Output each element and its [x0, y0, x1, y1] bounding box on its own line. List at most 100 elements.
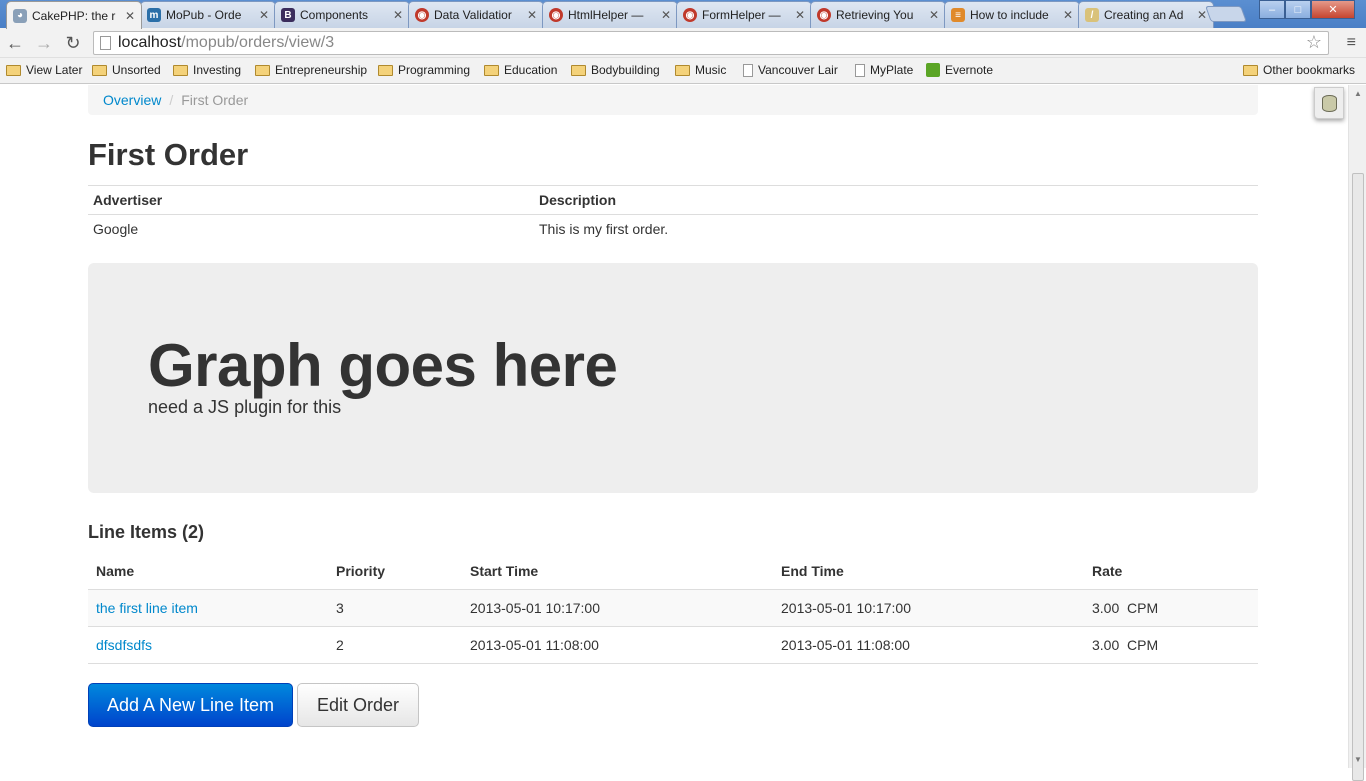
add-line-item-button[interactable]: Add A New Line Item	[88, 683, 293, 727]
line-item-priority: 3	[328, 589, 462, 627]
bookmark-vancouver-lair[interactable]: Vancouver Lair	[743, 63, 838, 77]
table-header-row: Name Priority Start Time End Time Rate	[88, 553, 1258, 590]
line-items-table: Name Priority Start Time End Time Rate t…	[88, 553, 1258, 664]
folder-icon	[92, 64, 107, 76]
folder-icon	[571, 64, 586, 76]
cakephp-icon: ◉	[817, 8, 831, 22]
bookmark-label: MyPlate	[870, 63, 914, 77]
evernote-icon	[926, 63, 940, 77]
bookmark-unsorted[interactable]: Unsorted	[92, 63, 161, 77]
folder-icon	[173, 64, 188, 76]
tab-formhelper[interactable]: ◉ FormHelper — ✕	[676, 1, 812, 28]
column-header-start-time: Start Time	[462, 553, 773, 590]
column-header-end-time: End Time	[773, 553, 1084, 590]
description-header: Description	[534, 185, 1258, 215]
bookmark-label: Programming	[398, 63, 471, 77]
breadcrumb-overview-link[interactable]: Overview	[103, 92, 161, 108]
close-tab-icon[interactable]: ✕	[259, 8, 269, 22]
bookmark-star-icon[interactable]: ☆	[1306, 32, 1322, 53]
folder-icon	[484, 64, 499, 76]
graph-placeholder: Graph goes here need a JS plugin for thi…	[88, 263, 1258, 493]
folder-icon	[6, 64, 21, 76]
edit-order-button[interactable]: Edit Order	[297, 683, 419, 727]
bookmark-label: Music	[695, 63, 727, 77]
minimize-button[interactable]: –	[1259, 0, 1285, 19]
folder-icon	[255, 64, 270, 76]
scroll-down-arrow-icon[interactable]: ▼	[1354, 755, 1362, 764]
bookmark-music[interactable]: Music	[675, 63, 726, 77]
address-bar[interactable]: localhost/mopub/orders/view/3 ☆	[93, 31, 1329, 55]
tab-retrieving[interactable]: ◉ Retrieving You ✕	[810, 1, 946, 28]
cakephp-icon: ◉	[683, 8, 697, 22]
advertiser-header: Advertiser	[88, 185, 534, 215]
page-scrollbar[interactable]: ▲ ▼	[1348, 85, 1366, 781]
line-item-name-cell: dfsdfsdfs	[88, 626, 328, 664]
bootstrap-icon: B	[281, 8, 295, 22]
back-button[interactable]: ←	[4, 32, 26, 54]
close-tab-icon[interactable]: ✕	[393, 8, 403, 22]
reload-button[interactable]: ↻	[62, 32, 84, 54]
line-item-start-time: 2013-05-01 11:08:00	[462, 626, 773, 664]
bookmark-bodybuilding[interactable]: Bodybuilding	[571, 63, 660, 77]
bookmark-programming[interactable]: Programming	[378, 63, 470, 77]
tab-title: How to include	[970, 8, 1049, 22]
line-item-name-cell: the first line item	[88, 589, 328, 627]
new-tab-button[interactable]	[1205, 6, 1247, 22]
bookmark-investing[interactable]: Investing	[173, 63, 241, 77]
debug-kit-toolbar[interactable]	[1314, 87, 1344, 119]
scrollbar-thumb[interactable]	[1352, 173, 1364, 781]
tab-creating-an-ad[interactable]: / Creating an Ad ✕	[1078, 1, 1214, 28]
close-tab-icon[interactable]: ✕	[661, 8, 671, 22]
bookmark-label: Entrepreneurship	[275, 63, 368, 77]
forward-button[interactable]: →	[33, 32, 55, 54]
tab-data-validation[interactable]: ◉ Data Validatior ✕	[408, 1, 544, 28]
bookmark-label: Evernote	[945, 63, 994, 77]
tab-how-to-include[interactable]: ≡ How to include ✕	[944, 1, 1080, 28]
other-bookmarks[interactable]: Other bookmarks	[1243, 63, 1355, 77]
tab-components[interactable]: B Components ✕	[274, 1, 410, 28]
line-item-rate: 3.00 CPM	[1084, 589, 1258, 627]
column-header-rate: Rate	[1084, 553, 1258, 590]
bookmark-evernote[interactable]: Evernote	[926, 63, 993, 77]
bookmarks-bar: View Later Unsorted Investing Entreprene…	[0, 58, 1366, 84]
close-tab-icon[interactable]: ✕	[1197, 8, 1207, 22]
advertiser-value: Google	[88, 214, 534, 244]
tab-htmlhelper[interactable]: ◉ HtmlHelper — ✕	[542, 1, 678, 28]
line-item-priority: 2	[328, 626, 462, 664]
bookmark-view-later[interactable]: View Later	[6, 63, 82, 77]
tab-title: Data Validatior	[434, 8, 512, 22]
mopub-icon: m	[147, 8, 161, 22]
line-item-link[interactable]: the first line item	[96, 600, 198, 616]
close-tab-icon[interactable]: ✕	[1063, 8, 1073, 22]
tab-cakephp[interactable]: ◕ CakePHP: the r ✕	[6, 1, 142, 29]
tab-title: CakePHP: the r	[32, 8, 116, 23]
close-tab-icon[interactable]: ✕	[125, 9, 135, 23]
tab-title: FormHelper —	[702, 8, 781, 22]
line-items-title: Line Items (2)	[88, 522, 205, 542]
close-tab-icon[interactable]: ✕	[929, 8, 939, 22]
scroll-up-arrow-icon[interactable]: ▲	[1354, 89, 1362, 98]
description-value: This is my first order.	[534, 214, 1258, 244]
page-title: First Order	[88, 137, 249, 172]
chrome-menu-icon[interactable]: ≡	[1347, 34, 1356, 52]
page-icon	[855, 63, 865, 77]
stackoverflow-icon: ≡	[951, 8, 965, 22]
other-bookmarks-label: Other bookmarks	[1263, 63, 1356, 77]
breadcrumb-current: First Order	[181, 92, 249, 108]
page-icon	[100, 36, 111, 50]
bookmark-myplate[interactable]: MyPlate	[855, 63, 913, 77]
close-window-button[interactable]: ✕	[1311, 0, 1355, 19]
line-item-start-time: 2013-05-01 10:17:00	[462, 589, 773, 627]
table-row: Google This is my first order.	[88, 214, 1258, 244]
line-item-rate: 3.00 CPM	[1084, 626, 1258, 664]
cakephp-icon: ◉	[549, 8, 563, 22]
tab-mopub[interactable]: m MoPub - Orde ✕	[140, 1, 276, 28]
maximize-button[interactable]: □	[1285, 0, 1311, 19]
folder-icon	[675, 64, 690, 76]
bookmark-entrepreneurship[interactable]: Entrepreneurship	[255, 63, 367, 77]
bookmark-label: Bodybuilding	[591, 63, 660, 77]
close-tab-icon[interactable]: ✕	[527, 8, 537, 22]
close-tab-icon[interactable]: ✕	[795, 8, 805, 22]
bookmark-education[interactable]: Education	[484, 63, 557, 77]
line-item-link[interactable]: dfsdfsdfs	[96, 637, 152, 653]
